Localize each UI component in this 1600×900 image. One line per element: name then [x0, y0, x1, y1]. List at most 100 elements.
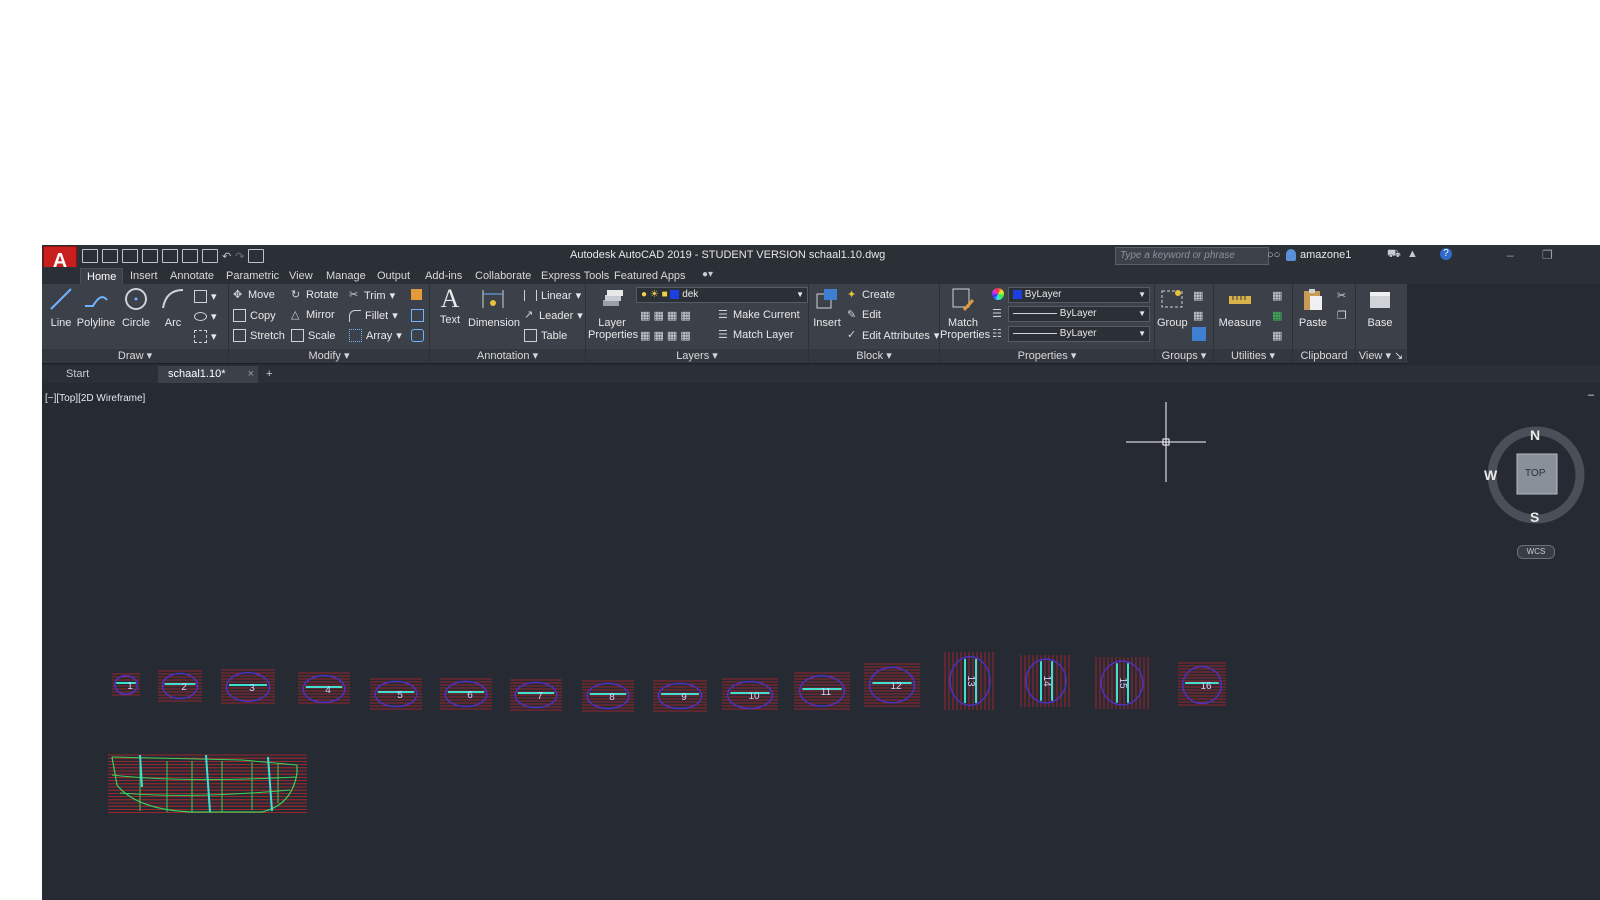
new-tab-icon[interactable]: + — [260, 366, 278, 383]
save-as-icon[interactable] — [142, 249, 158, 263]
tab-collaborate[interactable]: Collaborate — [469, 268, 537, 284]
cart-icon[interactable]: ⛟ — [1387, 248, 1401, 262]
panel-draw-title[interactable]: Draw ▾ — [42, 349, 228, 363]
leader-button[interactable]: ↗ Leader ▾ — [524, 309, 583, 323]
save-icon[interactable] — [122, 249, 138, 263]
line-button[interactable]: Line — [46, 286, 76, 329]
cut-icon[interactable]: ✂ — [1337, 289, 1346, 302]
wcs-menu[interactable]: WCS — [1517, 545, 1555, 559]
dimension-button[interactable]: Dimension — [468, 286, 520, 329]
search-input[interactable]: Type a keyword or phrase — [1115, 247, 1269, 265]
polyline-button[interactable]: Polyline — [76, 286, 116, 329]
workspace-icon[interactable] — [248, 249, 265, 263]
group-edit-icon[interactable]: ▦ — [1193, 309, 1203, 322]
hatch-icon[interactable]: ▾ — [194, 330, 217, 343]
panel-annotation-title[interactable]: Annotation ▾ — [430, 349, 585, 363]
tab-output[interactable]: Output — [371, 268, 416, 284]
export-icon[interactable] — [162, 249, 178, 263]
tab-parametric[interactable]: Parametric — [220, 268, 285, 284]
viewcube-top-face[interactable]: TOP — [1525, 468, 1545, 479]
create-block-button[interactable]: ✦ Create — [847, 289, 895, 301]
group-selection-icon[interactable] — [1192, 327, 1206, 341]
ribbon-toggle-icon[interactable]: ●▾ — [702, 269, 713, 280]
plot-icon[interactable] — [202, 249, 218, 263]
copy-button[interactable]: Copy — [233, 309, 276, 322]
drawing-canvas[interactable]: 1 2 3 4 5 6 7 8 9 10 1112 13 14 15 16 — [42, 385, 1600, 900]
tab-home[interactable]: Home — [80, 268, 124, 285]
base-button[interactable]: Base — [1362, 286, 1398, 329]
help-icon[interactable]: ? — [1440, 248, 1452, 260]
redo-icon[interactable]: ↷ — [235, 250, 244, 263]
select-all-icon[interactable]: ▦ — [1272, 309, 1282, 322]
paste-button[interactable]: Paste — [1295, 286, 1331, 329]
autodesk-app-icon[interactable]: ▲ — [1407, 248, 1418, 260]
layer-tools-row-1[interactable]: ▦ ▦ ▦ ▦ — [640, 309, 691, 322]
panel-groups-title[interactable]: Groups ▾ — [1155, 349, 1213, 363]
trim-button[interactable]: ✂ Trim ▾ — [349, 289, 395, 303]
new-icon[interactable] — [82, 249, 98, 263]
measure-button[interactable]: Measure — [1216, 286, 1264, 329]
match-layer-button[interactable]: ☰ Match Layer — [718, 329, 794, 341]
arc-button[interactable]: Arc — [158, 286, 188, 329]
edit-attributes-button[interactable]: ✓ Edit Attributes ▾ — [847, 329, 939, 343]
tab-view[interactable]: View — [283, 268, 319, 284]
undo-icon[interactable]: ↶ — [222, 250, 231, 263]
ungroup-icon[interactable]: ▦ — [1193, 289, 1203, 302]
text-button[interactable]: A Text — [434, 286, 466, 327]
quick-select-icon[interactable]: ▦ — [1272, 289, 1282, 302]
edit-block-button[interactable]: ✎ Edit — [847, 309, 881, 321]
panel-view-title[interactable]: View ▾ ↘ — [1356, 349, 1406, 363]
panel-layers-title[interactable]: Layers ▾ — [586, 349, 808, 363]
layer-properties-button[interactable]: Layer Properties — [588, 286, 638, 341]
offset-icon[interactable] — [411, 329, 424, 342]
group-button[interactable]: Group — [1157, 286, 1188, 329]
make-current-button[interactable]: ☰ Make Current — [718, 309, 800, 321]
minimize-icon[interactable]: – — [1507, 248, 1514, 262]
user-name[interactable]: amazone1 — [1300, 249, 1351, 261]
panel-block-title[interactable]: Block ▾ — [809, 349, 939, 363]
tab-manage[interactable]: Manage — [320, 268, 372, 284]
move-button[interactable]: ✥ Move — [233, 289, 275, 301]
tab-schaal1-10[interactable]: schaal1.10* × — [158, 366, 258, 383]
panel-clipboard-title[interactable]: Clipboard — [1293, 349, 1355, 363]
mirror-button[interactable]: △ Mirror — [291, 309, 335, 321]
tab-annotate[interactable]: Annotate — [164, 268, 220, 284]
table-button[interactable]: Table — [524, 329, 567, 342]
rotate-button[interactable]: ↻ Rotate — [291, 289, 338, 301]
compass-west[interactable]: W — [1484, 467, 1497, 483]
color-dropdown[interactable]: ByLayer ▼ — [1008, 287, 1150, 303]
layer-tools-row-2[interactable]: ▦ ▦ ▦ ▦ — [640, 329, 691, 342]
lineweight-dropdown[interactable]: ByLayer ▼ — [1008, 306, 1150, 322]
viewcube[interactable]: N S W TOP — [1484, 425, 1586, 525]
insert-button[interactable]: Insert — [811, 286, 843, 329]
open-icon[interactable] — [102, 249, 118, 263]
compass-north[interactable]: N — [1530, 427, 1540, 443]
fillet-button[interactable]: Fillet ▾ — [349, 309, 398, 322]
compass-south[interactable]: S — [1530, 509, 1539, 525]
erase-icon[interactable] — [411, 289, 422, 300]
panel-modify-title[interactable]: Modify ▾ — [229, 349, 429, 363]
linear-button[interactable]: Linear ▾ — [524, 289, 581, 302]
panel-properties-title[interactable]: Properties ▾ — [940, 349, 1154, 363]
restore-icon[interactable]: ❐ — [1542, 248, 1553, 262]
close-tab-icon[interactable]: × — [248, 366, 254, 383]
scale-button[interactable]: Scale — [291, 329, 336, 342]
tab-add-ins[interactable]: Add-ins — [419, 268, 468, 284]
tab-express-tools[interactable]: Express Tools — [535, 268, 615, 284]
calculator-icon[interactable]: ▦ — [1272, 329, 1282, 342]
tab-insert[interactable]: Insert — [124, 268, 164, 284]
layer-dropdown[interactable]: ● ☀ ■ dek ▼ — [636, 287, 808, 303]
tab-featured-apps[interactable]: Featured Apps — [608, 268, 692, 284]
share-icon[interactable] — [182, 249, 198, 263]
linetype-dropdown[interactable]: ByLayer ▼ — [1008, 326, 1150, 342]
stretch-button[interactable]: Stretch — [233, 329, 285, 342]
drawing-viewport[interactable]: [−][Top][2D Wireframe] – 1 2 3 4 5 6 7 8 9 10 11 12… — [42, 385, 1600, 900]
explode-icon[interactable] — [411, 309, 424, 322]
match-properties-button[interactable]: Match Properties — [940, 286, 990, 341]
ellipse-icon[interactable]: ▾ — [194, 310, 217, 323]
panel-utilities-title[interactable]: Utilities ▾ — [1214, 349, 1292, 363]
rectangle-icon[interactable]: ▾ — [194, 290, 217, 303]
tab-start[interactable]: Start — [56, 366, 172, 383]
circle-button[interactable]: Circle — [118, 286, 154, 329]
array-button[interactable]: Array ▾ — [349, 329, 402, 342]
